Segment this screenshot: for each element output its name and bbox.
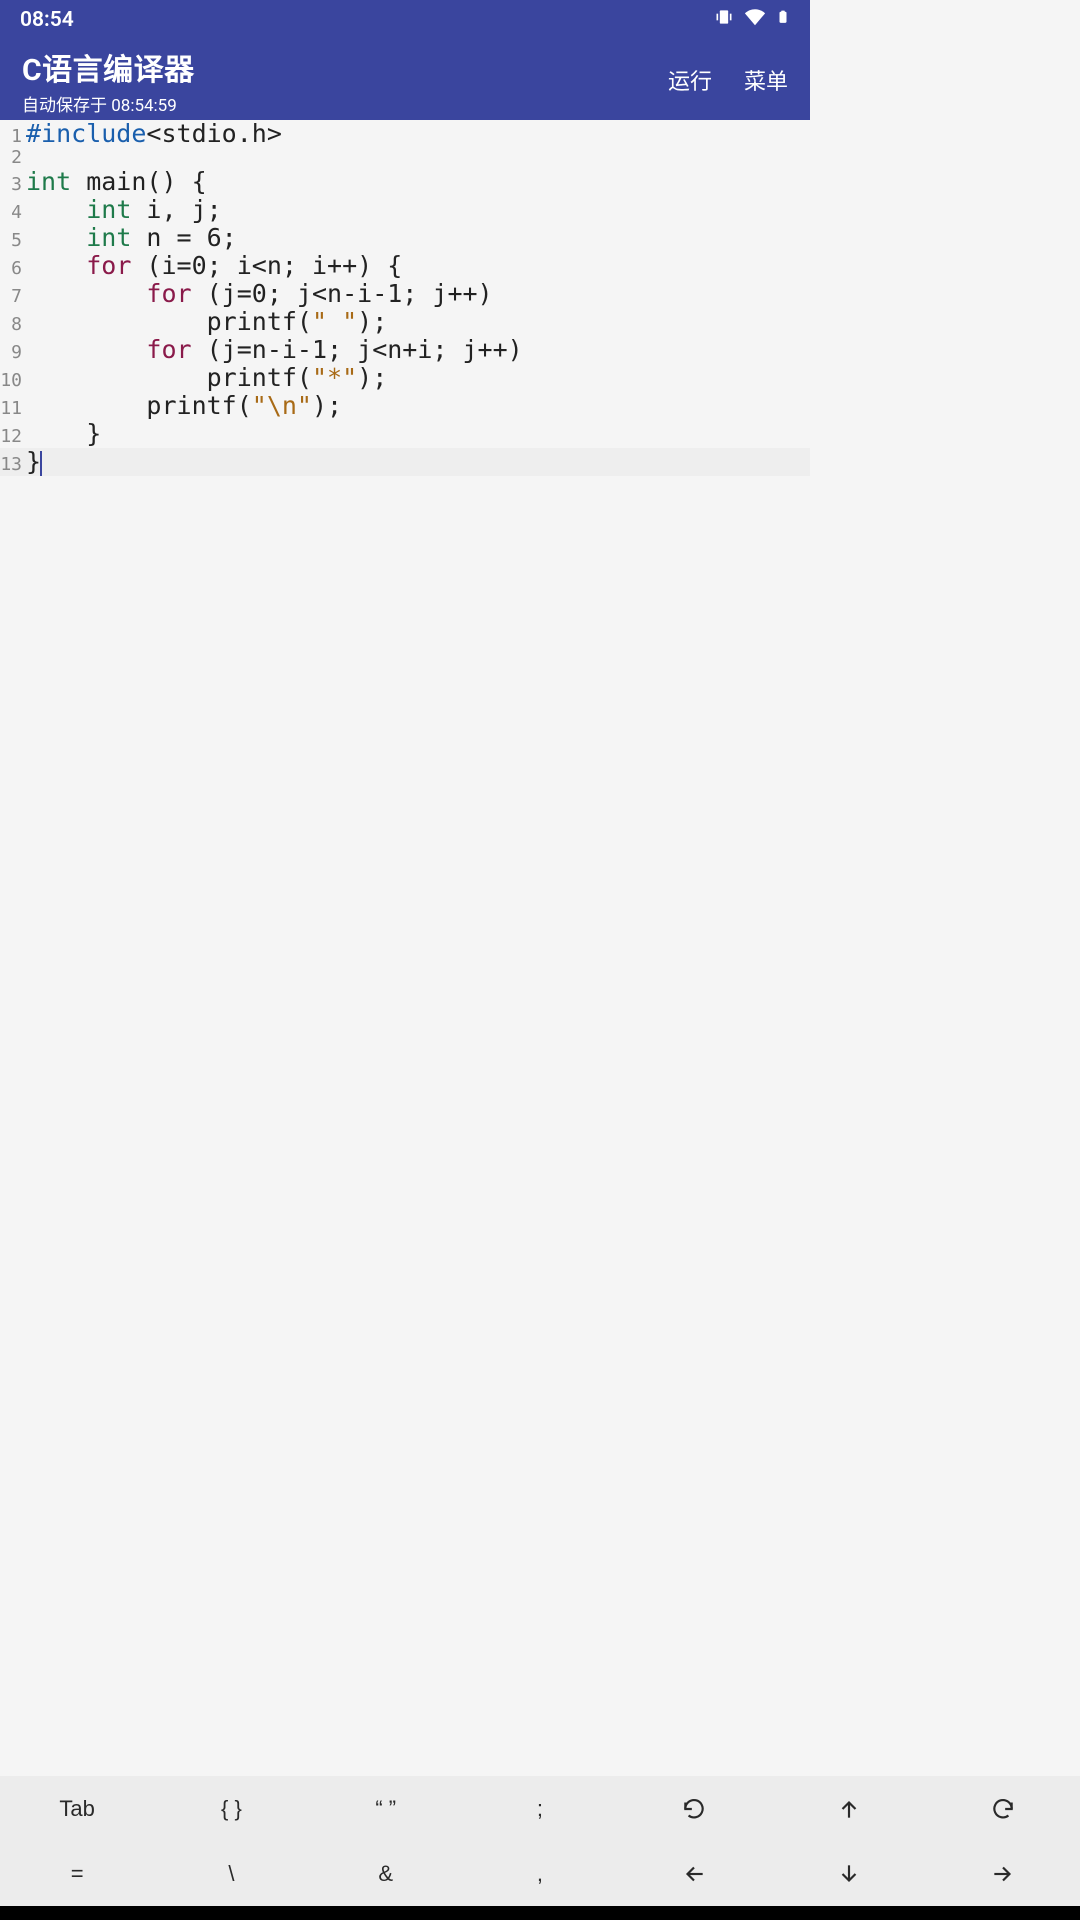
battery-icon — [776, 6, 790, 34]
key-=[interactable]: = — [0, 1841, 154, 1906]
line-number: 8 — [0, 315, 26, 335]
code-line[interactable]: 8 printf(" "); — [0, 308, 810, 336]
wifi-icon — [744, 6, 766, 34]
vibrate-icon — [714, 7, 734, 33]
key-{}[interactable]: { } — [154, 1776, 308, 1841]
code-line[interactable]: 11 printf("\n"); — [0, 392, 810, 420]
code-content[interactable]: } — [26, 448, 42, 476]
status-bar: 08:54 — [0, 0, 810, 40]
key-\[interactable]: \ — [154, 1841, 308, 1906]
line-number: 11 — [0, 399, 26, 419]
line-number: 5 — [0, 231, 26, 251]
code-line[interactable]: 6 for (i=0; i<n; i++) { — [0, 252, 810, 280]
autosave-status: 自动保存于 08:54:59 — [22, 91, 668, 116]
code-content[interactable]: for (j=n-i-1; j<n+i; j++) — [26, 336, 523, 364]
code-content[interactable]: int main() { — [26, 168, 207, 196]
status-icons — [714, 6, 790, 34]
code-content[interactable]: for (i=0; i<n; i++) { — [26, 252, 402, 280]
code-content[interactable]: } — [26, 420, 101, 448]
text-cursor — [40, 451, 42, 476]
code-content[interactable]: printf(" "); — [26, 308, 387, 336]
code-line[interactable]: 12 } — [0, 420, 810, 448]
line-number: 9 — [0, 343, 26, 363]
line-number: 6 — [0, 259, 26, 279]
left-arrow-icon[interactable] — [617, 1841, 771, 1906]
code-line[interactable]: 4 int i, j; — [0, 196, 810, 224]
code-line[interactable]: 7 for (j=0; j<n-i-1; j++) — [0, 280, 810, 308]
code-content[interactable]: int i, j; — [26, 196, 222, 224]
line-number: 13 — [0, 455, 26, 475]
key-&[interactable]: & — [309, 1841, 463, 1906]
line-number: 10 — [0, 371, 26, 391]
down-arrow-icon[interactable] — [771, 1841, 925, 1906]
app-title: C语言编译器 — [22, 45, 668, 89]
undo-icon[interactable] — [617, 1776, 771, 1841]
up-arrow-icon[interactable] — [771, 1776, 925, 1841]
key-“”[interactable]: “ ” — [309, 1776, 463, 1841]
right-arrow-icon[interactable] — [926, 1841, 1080, 1906]
line-number: 4 — [0, 203, 26, 223]
key-,[interactable]: , — [463, 1841, 617, 1906]
redo-icon[interactable] — [926, 1776, 1080, 1841]
key-Tab[interactable]: Tab — [0, 1776, 154, 1841]
code-content[interactable]: #include<stdio.h> — [26, 120, 282, 148]
code-line[interactable]: 9 for (j=n-i-1; j<n+i; j++) — [0, 336, 810, 364]
menu-button[interactable]: 菜单 — [744, 64, 788, 96]
key-;[interactable]: ; — [463, 1776, 617, 1841]
code-line[interactable]: 13} — [0, 448, 810, 476]
code-editor[interactable]: 1#include<stdio.h>23int main() {4 int i,… — [0, 120, 810, 1296]
status-time: 08:54 — [20, 8, 74, 32]
code-line[interactable]: 5 int n = 6; — [0, 224, 810, 252]
code-line[interactable]: 2 — [0, 148, 810, 168]
code-line[interactable]: 3int main() { — [0, 168, 810, 196]
code-line[interactable]: 10 printf("*"); — [0, 364, 810, 392]
line-number: 1 — [0, 127, 26, 147]
line-number: 3 — [0, 175, 26, 195]
keyboard-toolbar: Tab{ }“ ”; =\&, — [0, 1776, 1080, 1906]
code-content[interactable]: for (j=0; j<n-i-1; j++) — [26, 280, 493, 308]
code-line[interactable]: 1#include<stdio.h> — [0, 120, 810, 148]
line-number: 12 — [0, 427, 26, 447]
code-content[interactable]: int n = 6; — [26, 224, 237, 252]
bottom-nav-bar — [0, 1906, 1080, 1920]
code-content[interactable]: printf("*"); — [26, 364, 387, 392]
app-bar: C语言编译器 自动保存于 08:54:59 运行 菜单 — [0, 40, 810, 120]
code-content[interactable]: printf("\n"); — [26, 392, 342, 420]
line-number: 7 — [0, 287, 26, 307]
run-button[interactable]: 运行 — [668, 64, 712, 96]
line-number: 2 — [0, 148, 26, 168]
